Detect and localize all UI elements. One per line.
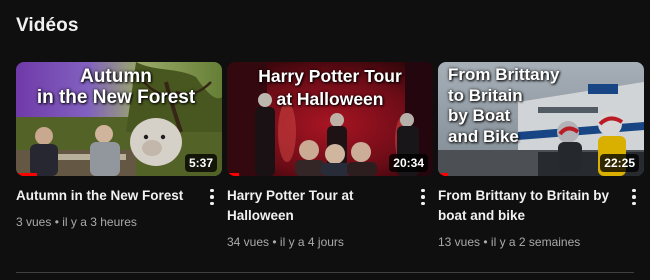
video-meta: Autumn in the New Forest 3 vues • il y a…	[16, 186, 222, 230]
watch-progress-bar	[438, 173, 449, 176]
more-vertical-icon[interactable]	[415, 187, 431, 207]
video-title[interactable]: From Brittany to Britain by boat and bik…	[438, 186, 616, 226]
video-thumbnail[interactable]: Autumn in the New Forest 5:37	[16, 62, 222, 176]
video-stats: 3 vues • il y a 3 heures	[16, 215, 137, 229]
watch-progress-bar	[16, 173, 37, 176]
carousel-edge	[644, 62, 650, 176]
thumbnail-text: From Brittany to Britain by Boat and Bik…	[448, 65, 560, 147]
watch-progress-bar	[227, 173, 240, 176]
video-card[interactable]: Autumn in the New Forest 5:37 Autumn in …	[16, 62, 222, 230]
section-divider	[16, 272, 634, 273]
video-stats: 34 vues • il y a 4 jours	[227, 235, 344, 249]
video-title[interactable]: Harry Potter Tour at Halloween	[227, 186, 405, 226]
video-card[interactable]: From Brittany to Britain by Boat and Bik…	[438, 62, 644, 250]
video-card[interactable]: Harry Potter Tour at Halloween 20:34 Har…	[227, 62, 433, 250]
video-meta: From Brittany to Britain by boat and bik…	[438, 186, 644, 250]
video-thumbnail[interactable]: Harry Potter Tour at Halloween 20:34	[227, 62, 433, 176]
video-title[interactable]: Autumn in the New Forest	[16, 186, 194, 206]
more-vertical-icon[interactable]	[626, 187, 642, 207]
video-thumbnail[interactable]: From Brittany to Britain by Boat and Bik…	[438, 62, 644, 176]
thumbnail-text: Harry Potter Tour at Halloween	[258, 66, 402, 109]
thumbnail-text: Autumn in the New Forest	[36, 66, 196, 108]
duration-badge: 22:25	[600, 154, 639, 172]
duration-badge: 5:37	[184, 154, 217, 172]
video-stats: 13 vues • il y a 2 semaines	[438, 235, 581, 249]
duration-badge: 20:34	[389, 154, 428, 172]
video-meta: Harry Potter Tour at Halloween 34 vues •…	[227, 186, 433, 250]
more-vertical-icon[interactable]	[204, 187, 220, 207]
section-title[interactable]: Vidéos	[16, 15, 79, 37]
